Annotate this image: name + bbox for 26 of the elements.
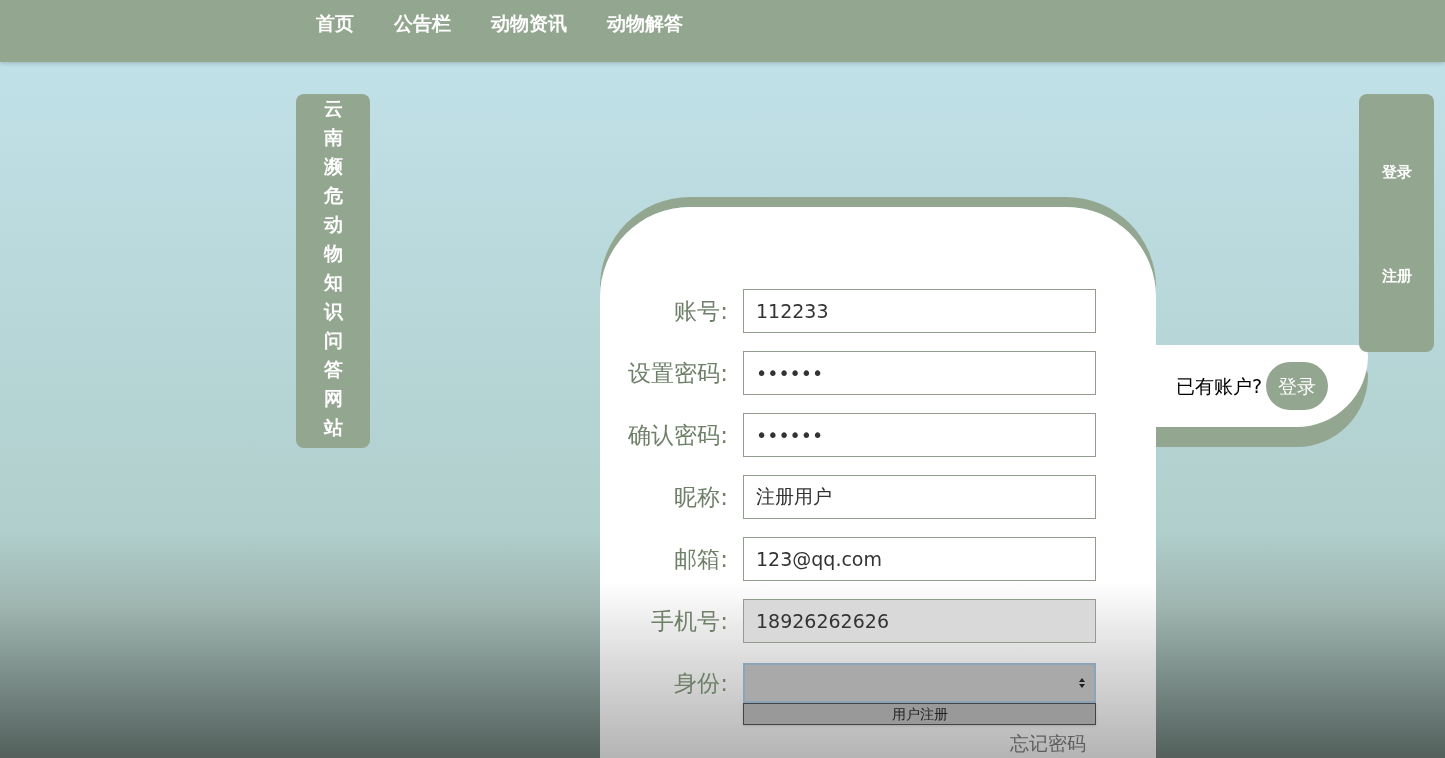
nav-link[interactable]: 动物解答 bbox=[607, 8, 683, 38]
nav-link[interactable]: 动物资讯 bbox=[491, 8, 567, 38]
nav-link[interactable]: 首页 bbox=[316, 8, 354, 38]
field-label: 确认密码: bbox=[627, 420, 728, 450]
input-field[interactable]: •••••• bbox=[743, 351, 1096, 395]
side-menu-link[interactable]: 登录 bbox=[1381, 160, 1412, 184]
input-field[interactable]: 18926262626 bbox=[743, 599, 1096, 643]
site-title: 云南濒危动物知识问答网站 bbox=[323, 96, 343, 440]
sort-arrows-icon bbox=[1078, 677, 1086, 689]
input-field[interactable]: 123@qq.com bbox=[743, 537, 1096, 581]
input-field[interactable]: 112233 bbox=[743, 289, 1096, 333]
login-button[interactable]: 登录 bbox=[1266, 362, 1329, 410]
field-label: 邮箱: bbox=[673, 544, 728, 574]
select-field[interactable] bbox=[743, 663, 1096, 703]
side-menu-link[interactable]: 注册 bbox=[1381, 264, 1412, 288]
dropdown-option[interactable]: 用户注册 bbox=[744, 704, 1095, 724]
field-label: 手机号: bbox=[650, 606, 728, 636]
nav-link[interactable]: 公告栏 bbox=[394, 8, 451, 38]
account-prompt: 已有账户? bbox=[1176, 373, 1263, 399]
field-label: 账号: bbox=[673, 296, 728, 326]
field-label: 身份: bbox=[673, 668, 728, 698]
field-label: 设置密码: bbox=[627, 358, 728, 388]
input-field[interactable]: •••••• bbox=[743, 413, 1096, 457]
field-label: 昵称: bbox=[673, 482, 728, 512]
input-field[interactable]: 注册用户 bbox=[743, 475, 1096, 519]
forgot-password-link[interactable]: 忘记密码 bbox=[1010, 729, 1086, 758]
